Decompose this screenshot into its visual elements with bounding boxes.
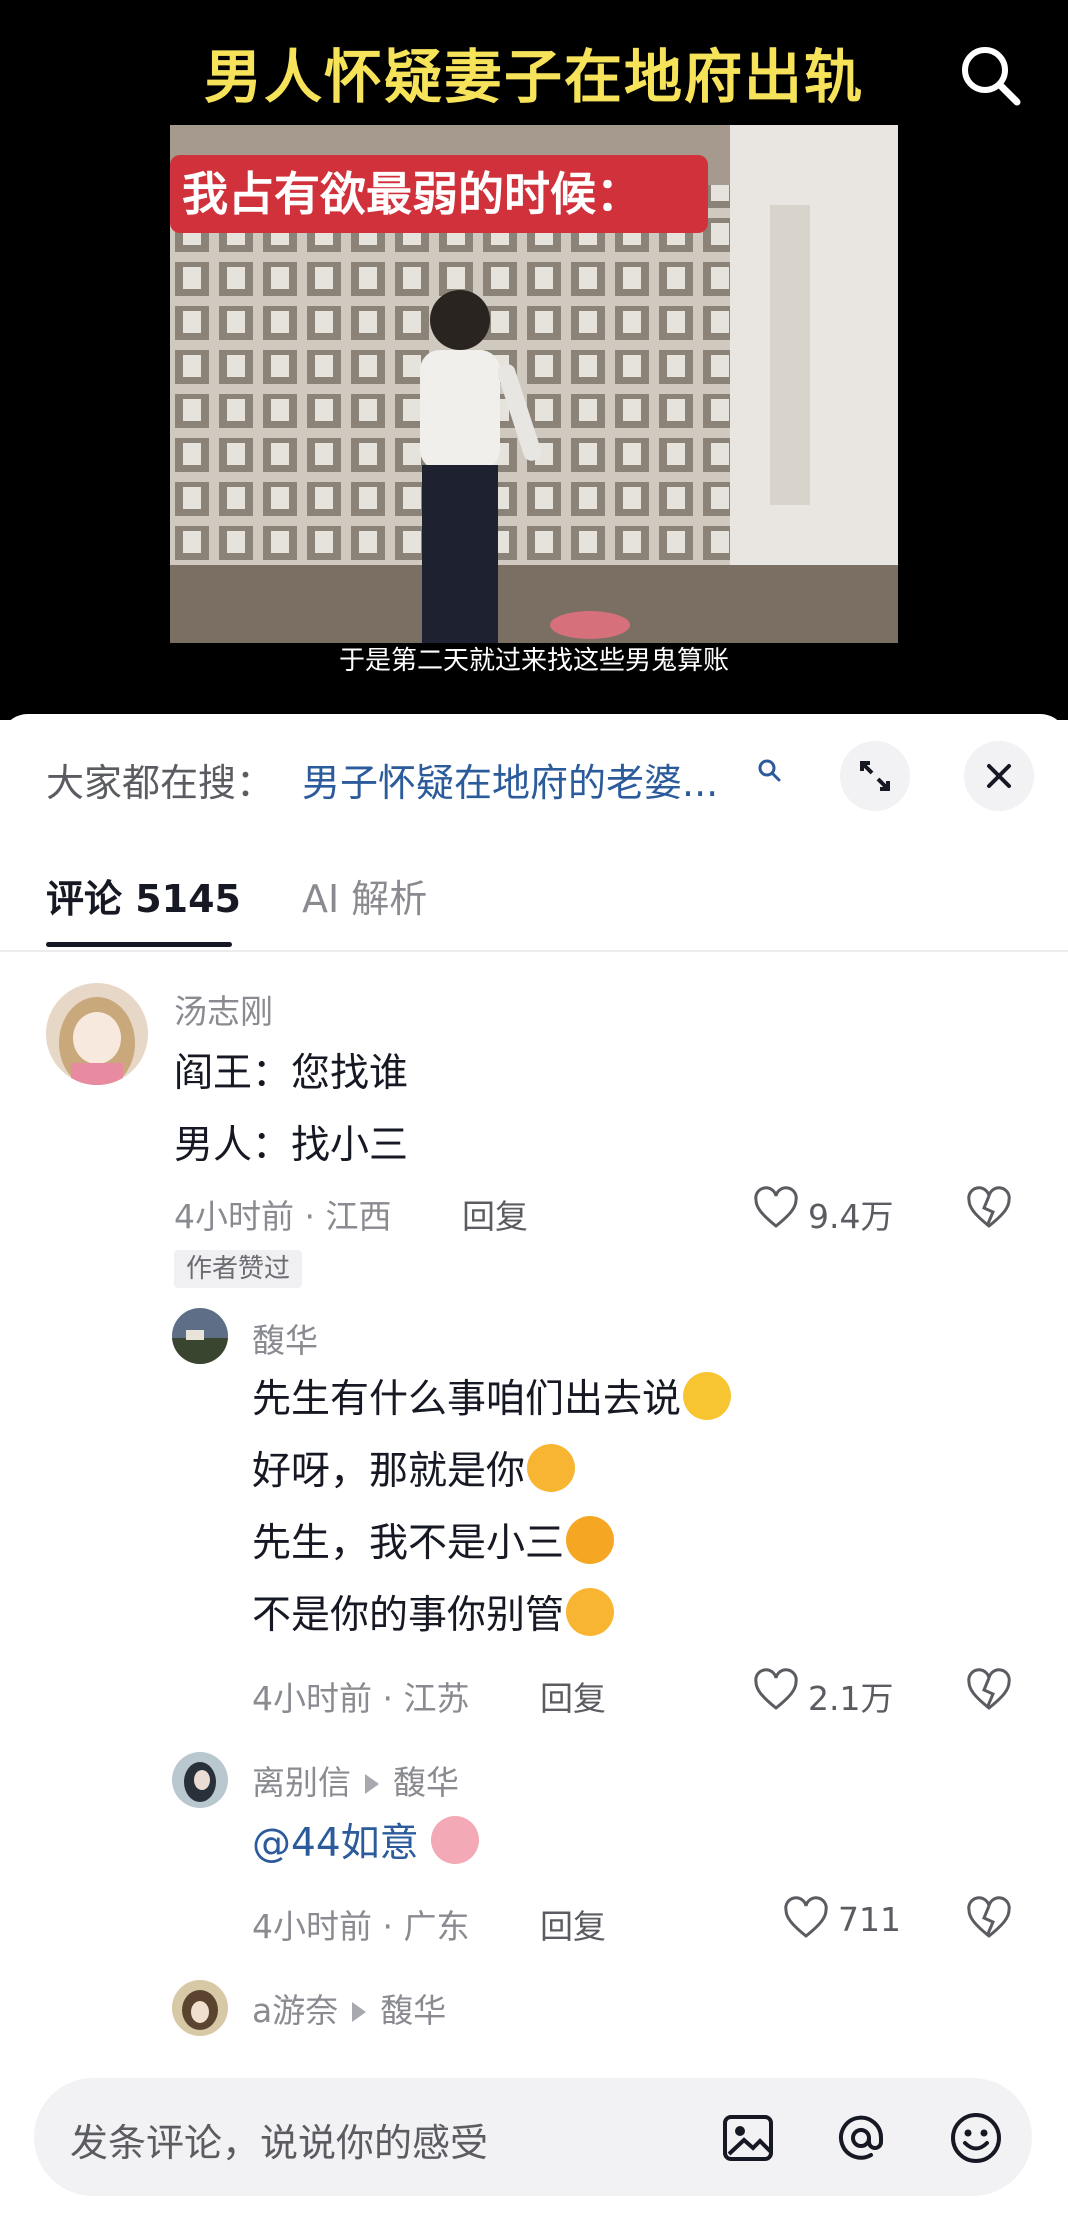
comment-line: 不是你的事你别管	[252, 1593, 565, 1638]
emoji-icon[interactable]	[948, 2110, 1004, 2166]
caption-tag: 我占有欲最弱的时候：	[170, 155, 708, 233]
comment-meta: 4小时前 · 广东	[252, 1907, 470, 1946]
avatar[interactable]	[172, 1980, 228, 2036]
mention-icon[interactable]	[833, 2110, 889, 2166]
heart-icon[interactable]	[753, 1186, 799, 1232]
like-count: 711	[838, 1900, 901, 1939]
comment-line: 阎王：您找谁	[174, 1051, 409, 1096]
dislike-icon[interactable]	[966, 1896, 1012, 1942]
reply-arrow-icon	[365, 1773, 379, 1794]
comment-line: 好呀，那就是你	[252, 1449, 526, 1494]
like-count: 2.1万	[808, 1679, 894, 1718]
avatar[interactable]	[172, 1752, 228, 1808]
comment-username[interactable]: 汤志刚	[174, 985, 273, 1033]
reply-to-username[interactable]: 馥华	[380, 1991, 446, 2030]
tab-active-indicator	[46, 942, 232, 947]
reply-button[interactable]: 回复	[540, 1672, 606, 1720]
reply-button[interactable]: 回复	[462, 1190, 528, 1238]
video-subtitle: 于是第二天就过来找这些男鬼算账	[338, 646, 729, 676]
mention-link[interactable]: @44如意	[252, 1821, 419, 1866]
crying-emoji-icon	[566, 1516, 615, 1564]
search-icon[interactable]	[955, 40, 1025, 110]
comment-meta: 4小时前 · 江西	[174, 1197, 392, 1236]
close-button[interactable]	[964, 741, 1034, 811]
close-icon	[987, 764, 1011, 788]
heart-icon[interactable]	[753, 1668, 799, 1714]
comment-username[interactable]: 离别信	[252, 1763, 351, 1802]
reply-header: a游奈 馥华	[252, 1984, 446, 2032]
image-icon[interactable]	[720, 2110, 776, 2166]
search-prefix: 大家都在搜：	[46, 761, 275, 805]
dislike-icon[interactable]	[966, 1668, 1012, 1714]
comment-line: 男人：找小三	[174, 1123, 409, 1168]
author-liked-badge: 作者赞过	[174, 1250, 303, 1288]
avatar[interactable]	[46, 983, 148, 1085]
tab-comments[interactable]: 评论 5145	[46, 868, 241, 923]
comment-username[interactable]: 馥华	[252, 1314, 318, 1362]
dizzy-emoji-icon	[683, 1372, 732, 1420]
video-title: 男人怀疑妻子在地府出轨	[203, 43, 864, 111]
pig-emoji-icon	[430, 1816, 479, 1864]
reply-button[interactable]: 回复	[540, 1900, 606, 1948]
angry-emoji-icon	[527, 1444, 576, 1492]
comment-text: 先生有什么事咱们出去说 好呀，那就是你 先生，我不是小三 不是你的事你别管	[252, 1364, 732, 1652]
comment-input-placeholder: 发条评论，说说你的感受	[70, 2121, 489, 2165]
expand-button[interactable]	[840, 741, 910, 811]
like-count: 9.4万	[808, 1197, 894, 1236]
comment-text: @44如意	[252, 1808, 479, 1880]
reply-header: 离别信 馥华	[252, 1756, 459, 1804]
comment-username[interactable]: a游奈	[252, 1991, 338, 2030]
heart-icon[interactable]	[783, 1896, 829, 1942]
avatar[interactable]	[172, 1308, 228, 1364]
reply-arrow-icon	[352, 2001, 367, 2022]
search-icon	[756, 757, 782, 783]
comment-meta: 4小时前 · 江苏	[252, 1679, 470, 1718]
comment-line: 先生，我不是小三	[252, 1521, 565, 1566]
expand-icon	[860, 761, 890, 791]
angry-emoji-icon	[566, 1588, 615, 1636]
tab-ai-analysis[interactable]: AI 解析	[302, 868, 427, 923]
dislike-icon[interactable]	[966, 1186, 1012, 1232]
search-suggestion-link[interactable]: 男子怀疑在地府的老婆...	[302, 752, 718, 807]
divider	[0, 950, 1068, 952]
comment-text: 阎王：您找谁 男人：找小三	[174, 1038, 408, 1182]
reply-to-username[interactable]: 馥华	[393, 1763, 459, 1802]
comment-line: 先生有什么事咱们出去说	[252, 1377, 682, 1422]
